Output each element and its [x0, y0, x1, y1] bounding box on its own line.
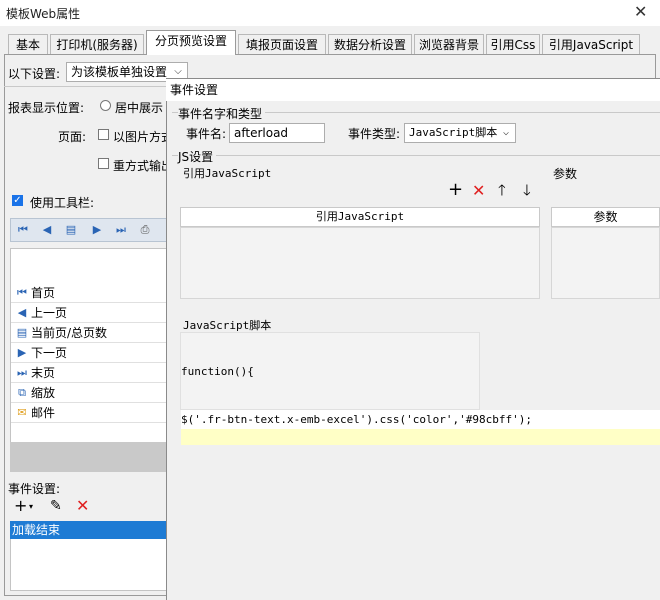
code-line-1[interactable]: function(){ [181, 365, 254, 378]
toolbar-item-list: ⏮ 首页 ◀ 上一页 ▤ 当前页/总页数 ▶ 下一页 ⏭ 末页 ⧉ 缩放 ✉ 邮… [10, 248, 168, 468]
tab-browser-bg[interactable]: 浏览器背景 [414, 34, 484, 54]
list-item-label: 首页 [31, 286, 56, 300]
tab-ref-css[interactable]: 引用Css [486, 34, 540, 54]
list-item[interactable]: ▶ 下一页 [11, 343, 167, 363]
event-name-value: afterload [234, 126, 289, 140]
next-page-icon[interactable]: ▶ [89, 222, 105, 238]
js-settings-group-label: JS设置 [178, 148, 217, 165]
last-page-icon: ⏭ [17, 366, 27, 379]
event-settings-label: 事件设置: [8, 482, 61, 496]
list-item-label: 上一页 [31, 306, 68, 320]
delete-icon[interactable]: ✕ [472, 182, 485, 200]
add-event-icon[interactable]: + [14, 496, 27, 515]
code-current-line[interactable] [181, 429, 660, 445]
delete-icon[interactable]: ✕ [76, 496, 89, 515]
arrow-up-icon[interactable]: 🡑 [498, 181, 506, 199]
list-item[interactable]: ⧉ 缩放 [11, 383, 167, 403]
list-item-label: 下一页 [31, 346, 68, 360]
toolbar-preview: ⏮ ◀ ▤ ▶ ⏭ ⎙ [10, 218, 170, 242]
first-page-icon[interactable]: ⏮ [15, 222, 31, 238]
divider [4, 86, 170, 87]
list-item-label: 邮件 [31, 406, 56, 420]
prev-page-icon: ◀ [17, 306, 27, 319]
zoom-icon: ⧉ [18, 386, 26, 399]
tab-page-preview[interactable]: 分页预览设置 [146, 30, 236, 55]
ref-js-label: 引用JavaScript [183, 167, 272, 180]
chevron-down-icon[interactable]: ▾ [29, 502, 33, 511]
prev-page-icon[interactable]: ◀ [39, 222, 55, 238]
image-output-checkbox[interactable] [98, 129, 109, 140]
list-item[interactable]: ⏮ 首页 [11, 283, 167, 303]
edit-pencil-icon[interactable]: ✎ [50, 498, 62, 514]
ref-js-column-header[interactable]: 引用JavaScript [180, 207, 540, 227]
last-page-icon[interactable]: ⏭ [113, 222, 129, 238]
list-item-label: 缩放 [31, 386, 56, 400]
ref-js-grid[interactable] [180, 227, 540, 299]
first-page-icon: ⏮ [17, 286, 27, 299]
next-page-icon: ▶ [17, 346, 27, 359]
report-position-label: 报表显示位置: [8, 101, 85, 115]
tab-ref-js[interactable]: 引用JavaScript [542, 34, 640, 54]
list-item-label: 末页 [31, 366, 56, 380]
list-item[interactable]: ✉ 邮件 [11, 403, 167, 423]
list-item[interactable]: ⏭ 末页 [11, 363, 167, 383]
center-label: 居中展示 [115, 101, 164, 115]
window-titlebar: 模板Web属性 ✕ [0, 0, 660, 26]
center-radio[interactable] [100, 100, 111, 111]
arrow-down-icon[interactable]: 🡓 [523, 181, 531, 199]
list-item[interactable]: ▤ 当前页/总页数 [11, 323, 167, 343]
params-grid[interactable] [551, 227, 660, 299]
tab-fill-page[interactable]: 填报页面设置 [238, 34, 326, 54]
page-count-icon: ▤ [16, 326, 28, 339]
following-settings-label: 以下设置: [8, 67, 61, 81]
reset-output-label: 重方式输出 [113, 159, 174, 173]
list-item[interactable]: ◀ 上一页 [11, 303, 167, 323]
toolbar-list-footer [10, 442, 168, 472]
chevron-down-icon: ⌵ [502, 127, 510, 138]
mail-icon: ✉ [17, 406, 27, 419]
image-output-label: 以图片方式 [113, 130, 174, 144]
event-type-select[interactable]: JavaScript脚本 ⌵ [404, 123, 516, 143]
params-column-header[interactable]: 参数 [551, 207, 660, 227]
dialog-title: 事件设置 [166, 79, 660, 101]
event-list-item-selected[interactable]: 加载结束 [10, 521, 166, 539]
event-type-label: 事件类型: [348, 127, 401, 141]
event-type-value: JavaScript脚本 [409, 126, 498, 139]
tab-basic[interactable]: 基本 [8, 34, 48, 54]
page-count-icon[interactable]: ▤ [63, 222, 79, 238]
script-label: JavaScript脚本 [183, 319, 272, 332]
name-type-group-label: 事件名字和类型 [178, 105, 266, 122]
tab-data-analysis[interactable]: 数据分析设置 [328, 34, 412, 54]
code-line-2[interactable]: $('.fr-btn-text.x-emb-excel').css('color… [181, 410, 660, 429]
add-icon[interactable]: + [448, 181, 463, 199]
print-icon[interactable]: ⎙ [137, 222, 153, 238]
window-title: 模板Web属性 [6, 7, 81, 21]
event-name-input[interactable]: afterload [229, 123, 325, 143]
settings-scope-value: 为该模板单独设置 [71, 65, 168, 79]
use-toolbar-checkbox[interactable]: ✓ [12, 195, 23, 206]
use-toolbar-label: 使用工具栏: [30, 196, 95, 210]
params-label: 参数 [553, 167, 578, 181]
event-name-label: 事件名: [186, 127, 227, 141]
list-item-label: 当前页/总页数 [31, 326, 108, 340]
close-icon[interactable]: ✕ [634, 2, 647, 21]
page-label: 页面: [58, 130, 87, 144]
code-line-2-text: $('.fr-btn-text.x-emb-excel').css('color… [181, 413, 532, 426]
tab-printer-server[interactable]: 打印机(服务器) [50, 34, 144, 54]
reset-output-checkbox[interactable] [98, 158, 109, 169]
